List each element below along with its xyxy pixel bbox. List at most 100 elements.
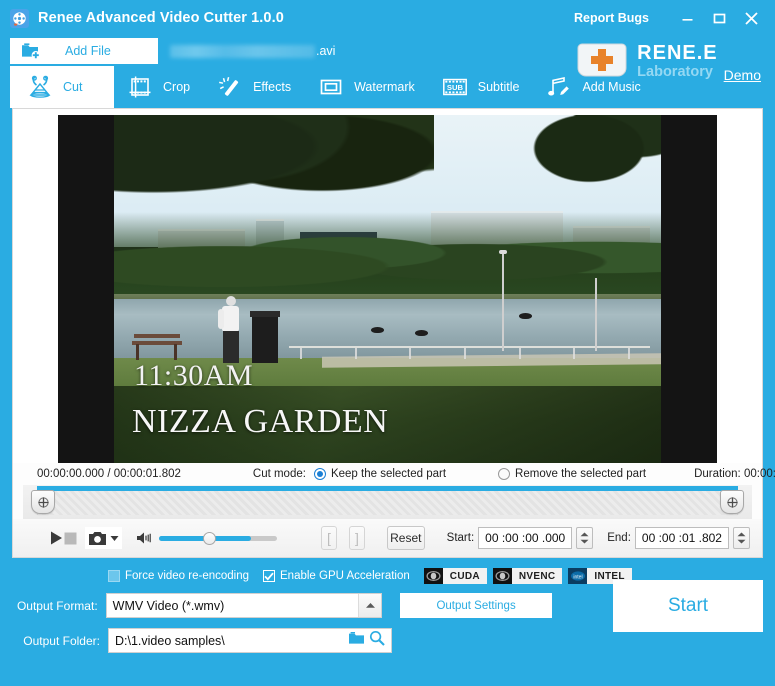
overlay-time-text: 11:30AM [134, 358, 254, 392]
foreground-canopy-left [114, 114, 434, 225]
trim-handle-end[interactable] [720, 490, 744, 515]
output-settings-bar: Force video re-encoding Enable GPU Accel… [0, 558, 775, 686]
stop-icon [64, 532, 77, 545]
title-bar: Renee Advanced Video Cutter 1.0.0 Report… [0, 0, 775, 36]
mark-in-button[interactable]: [ [321, 526, 337, 551]
minimize-button[interactable] [671, 5, 703, 31]
folder-icon[interactable] [348, 631, 365, 650]
force-reencode-checkbox[interactable] [108, 570, 120, 582]
loaded-file-name: .avi [170, 41, 335, 61]
brand-name: RENE.E [637, 42, 718, 65]
tab-watermark-label: Watermark [354, 80, 415, 94]
volume-slider[interactable] [159, 531, 277, 545]
report-bugs-link[interactable]: Report Bugs [574, 11, 649, 25]
mark-out-label: ] [354, 530, 359, 547]
play-button[interactable] [49, 526, 64, 550]
badge-cuda: CUDA [423, 568, 487, 584]
output-folder-value: D:\1.video samples\ [115, 633, 225, 648]
playback-info-row: 00:00:00.000 / 00:00:01.802 Cut mode: Ke… [13, 463, 775, 485]
speaker-icon [137, 532, 151, 544]
tab-cut-label: Cut [63, 80, 83, 94]
video-preview-area[interactable]: 11:30AM NIZZA GARDEN [13, 109, 762, 464]
chevron-up-icon[interactable] [358, 594, 382, 617]
railing-post [573, 347, 576, 359]
enable-gpu-checkbox[interactable] [263, 570, 276, 582]
output-format-row: Output Format: WMV Video (*.wmv) Output … [12, 592, 552, 619]
timeline-track[interactable] [37, 491, 738, 516]
trash-bin [250, 310, 280, 363]
tab-crop[interactable]: Crop [114, 66, 204, 108]
output-folder-row: Output Folder: D:\1.video samples\ [12, 627, 552, 654]
light-pole [502, 253, 505, 352]
stop-button[interactable] [64, 526, 77, 550]
start-time-stepper[interactable] [576, 527, 594, 550]
railing-post [518, 347, 521, 359]
trim-handle-start[interactable] [31, 490, 55, 515]
person-figure [218, 295, 244, 368]
video-frame: 11:30AM NIZZA GARDEN [58, 114, 717, 463]
editor-panel: 11:30AM NIZZA GARDEN 00:00:00.000 / 00:0… [12, 108, 775, 558]
railing-post [299, 347, 302, 359]
start-time-label: Start: [446, 532, 475, 545]
output-format-select[interactable]: WMV Video (*.wmv) [105, 593, 383, 618]
close-button[interactable] [735, 5, 767, 31]
window-title: Renee Advanced Video Cutter 1.0.0 [38, 10, 284, 26]
mark-out-button[interactable]: ] [348, 526, 365, 551]
tab-effects[interactable]: Effects [204, 66, 305, 108]
watermark-frame-icon [317, 74, 345, 100]
check-icon [264, 572, 274, 581]
overlay-place-text: NIZZA GARDEN [132, 402, 389, 440]
tab-crop-label: Crop [163, 80, 191, 94]
tab-cut[interactable]: Cut [10, 66, 114, 108]
trim-handle-glyph [37, 497, 49, 508]
start-button[interactable]: Start [613, 580, 763, 632]
output-settings-label: Output Settings [436, 599, 516, 612]
snapshot-button[interactable] [85, 527, 122, 550]
start-time-input[interactable]: 00 :00 :00 .000 [478, 527, 573, 550]
chevron-down-icon [737, 539, 746, 544]
add-file-button[interactable]: Add File [10, 38, 158, 64]
application-window: Renee Advanced Video Cutter 1.0.0 Report… [0, 0, 775, 686]
mark-in-label: [ [327, 530, 331, 547]
tab-subtitle[interactable]: SUB Subtitle [429, 66, 534, 108]
end-time-input[interactable]: 00 :00 :01 .802 [634, 527, 729, 550]
file-name-extension: .avi [316, 44, 336, 58]
duck-icon [518, 312, 532, 319]
railing-post [354, 347, 357, 359]
reset-label: Reset [390, 531, 422, 546]
scissors-icon [26, 74, 54, 100]
demo-link[interactable]: Demo [724, 67, 761, 83]
timeline[interactable] [23, 485, 752, 520]
magnifier-icon[interactable] [369, 630, 385, 651]
trim-handle-glyph [726, 497, 738, 508]
maximize-button[interactable] [703, 5, 735, 31]
end-time-stepper[interactable] [732, 527, 750, 550]
start-time-group: Start: 00 :00 :00 .000 [446, 527, 594, 550]
tab-watermark[interactable]: Watermark [305, 66, 429, 108]
output-format-value: WMV Video (*.wmv) [112, 598, 225, 613]
cut-mode-label: Cut mode: [252, 468, 306, 481]
volume-knob[interactable] [203, 531, 216, 545]
crop-film-icon [126, 74, 154, 100]
water-layer [114, 299, 661, 362]
radio-remove-selected-part[interactable]: Remove the selected part [498, 468, 647, 481]
svg-text:intel: intel [573, 574, 582, 580]
force-reencode-label: Force video re-encoding [125, 570, 250, 582]
window-controls: Report Bugs [574, 5, 767, 31]
radio-indicator-keep [313, 468, 326, 481]
enable-gpu-label: Enable GPU Acceleration [280, 570, 410, 582]
reset-button[interactable]: Reset [386, 526, 425, 551]
tab-subtitle-label: Subtitle [477, 80, 520, 94]
volume-control[interactable] [136, 531, 277, 545]
renee-keyboard-key-icon [574, 36, 630, 87]
output-folder-input[interactable]: D:\1.video samples\ [108, 628, 392, 653]
output-settings-button[interactable]: Output Settings [400, 593, 552, 618]
brand-block: RENE.E Laboratory Demo [574, 36, 761, 87]
video-image: 11:30AM NIZZA GARDEN [114, 114, 661, 463]
radio-remove-label: Remove the selected part [515, 468, 647, 481]
chevron-up-icon [580, 532, 589, 537]
treeline-layer [114, 212, 661, 303]
add-folder-icon [21, 42, 41, 60]
radio-keep-selected-part[interactable]: Keep the selected part [313, 468, 446, 481]
player-controls: [ ] Reset Start: 00 :00 :00 .000 End: 00… [13, 519, 762, 558]
